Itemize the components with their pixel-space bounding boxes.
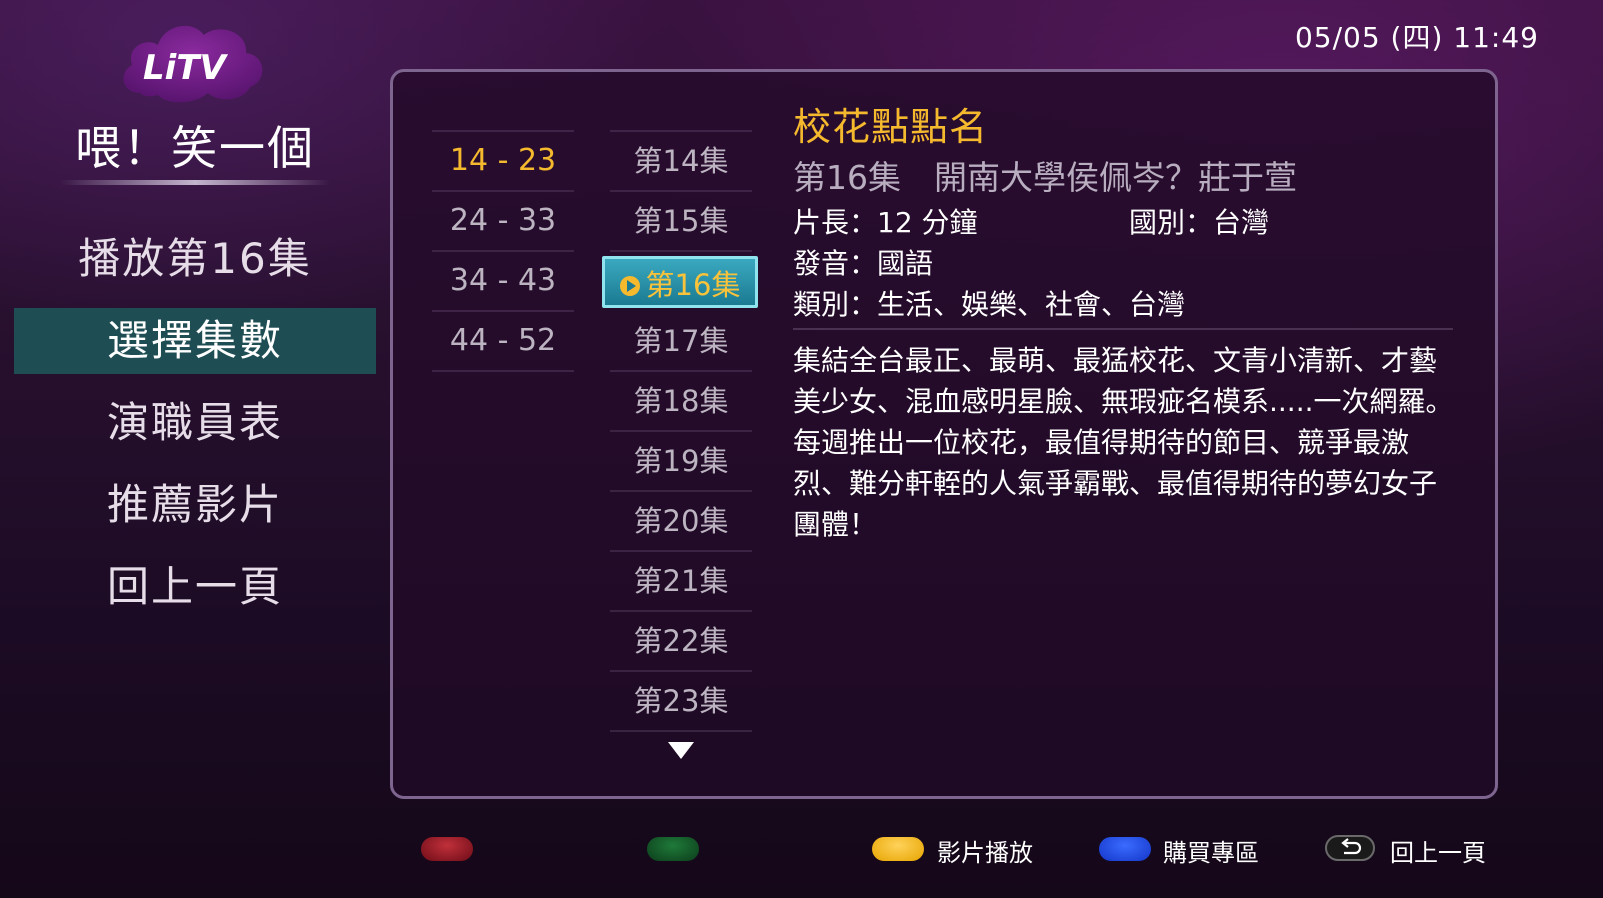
episode-item[interactable]: 第23集: [610, 672, 752, 732]
sidebar-item-cast-list[interactable]: 演職員表: [14, 390, 376, 456]
country-info: 國別：台灣: [1129, 206, 1270, 239]
show-title: 喂！笑一個: [75, 121, 315, 175]
episode-title: 第16集 開南大學侯佩岑？莊于萱: [793, 158, 1297, 197]
category-info: 類別：生活、娛樂、社會、台灣: [793, 288, 1186, 321]
back-key-label: 回上一頁: [1390, 839, 1486, 867]
back-arrow-icon: [1341, 838, 1362, 855]
episode-item-selected[interactable]: 第16集: [602, 256, 758, 308]
episode-item[interactable]: 第22集: [610, 612, 752, 672]
episode-item[interactable]: 第17集: [610, 312, 752, 372]
red-key-icon[interactable]: [421, 837, 473, 861]
sidebar-item-select-episode[interactable]: 選擇集數: [14, 308, 376, 374]
yellow-key-label: 影片播放: [937, 839, 1033, 867]
range-item[interactable]: 34 - 43: [432, 252, 574, 312]
detail-divider: [793, 328, 1453, 330]
audio-info: 發音：國語: [793, 247, 934, 280]
back-key-icon[interactable]: [1325, 835, 1375, 861]
episode-item[interactable]: 第15集: [610, 192, 752, 252]
litv-logo-graphic: LiTV: [123, 25, 263, 103]
range-item[interactable]: 14 - 23: [432, 132, 574, 192]
blue-key-label: 購買專區: [1163, 839, 1259, 867]
litv-logo: LiTV: [118, 15, 268, 103]
episode-item[interactable]: 第14集: [610, 132, 752, 192]
range-item[interactable]: 24 - 33: [432, 192, 574, 252]
program-title: 校花點點名: [793, 105, 989, 149]
sidebar-item-play-episode[interactable]: 播放第16集: [14, 226, 376, 292]
logo-text: LiTV: [143, 48, 229, 88]
range-item[interactable]: 44 - 52: [432, 312, 574, 372]
play-icon: [619, 276, 640, 296]
clock: 05/05 (四) 11:49: [1294, 21, 1539, 54]
episode-item[interactable]: 第19集: [610, 432, 752, 492]
sidebar-item-back[interactable]: 回上一頁: [14, 554, 376, 620]
green-key-icon[interactable]: [647, 837, 699, 861]
description: 集結全台最正、最萌、最猛校花、文青小清新、才藝美少女、混血感明星臉、無瑕疵名模系…: [793, 344, 1454, 541]
title-underline: [60, 180, 330, 185]
episode-item[interactable]: 第21集: [610, 552, 752, 612]
sidebar-item-recommended[interactable]: 推薦影片: [14, 472, 376, 538]
blue-key-icon[interactable]: [1099, 837, 1151, 861]
episode-item[interactable]: 第18集: [610, 372, 752, 432]
yellow-key-icon[interactable]: [872, 837, 924, 861]
episode-label: 第16集: [645, 268, 741, 302]
length-info: 片長：12 分鐘: [793, 206, 978, 239]
scroll-down-arrow-icon[interactable]: [668, 742, 694, 759]
episode-item[interactable]: 第20集: [610, 492, 752, 552]
